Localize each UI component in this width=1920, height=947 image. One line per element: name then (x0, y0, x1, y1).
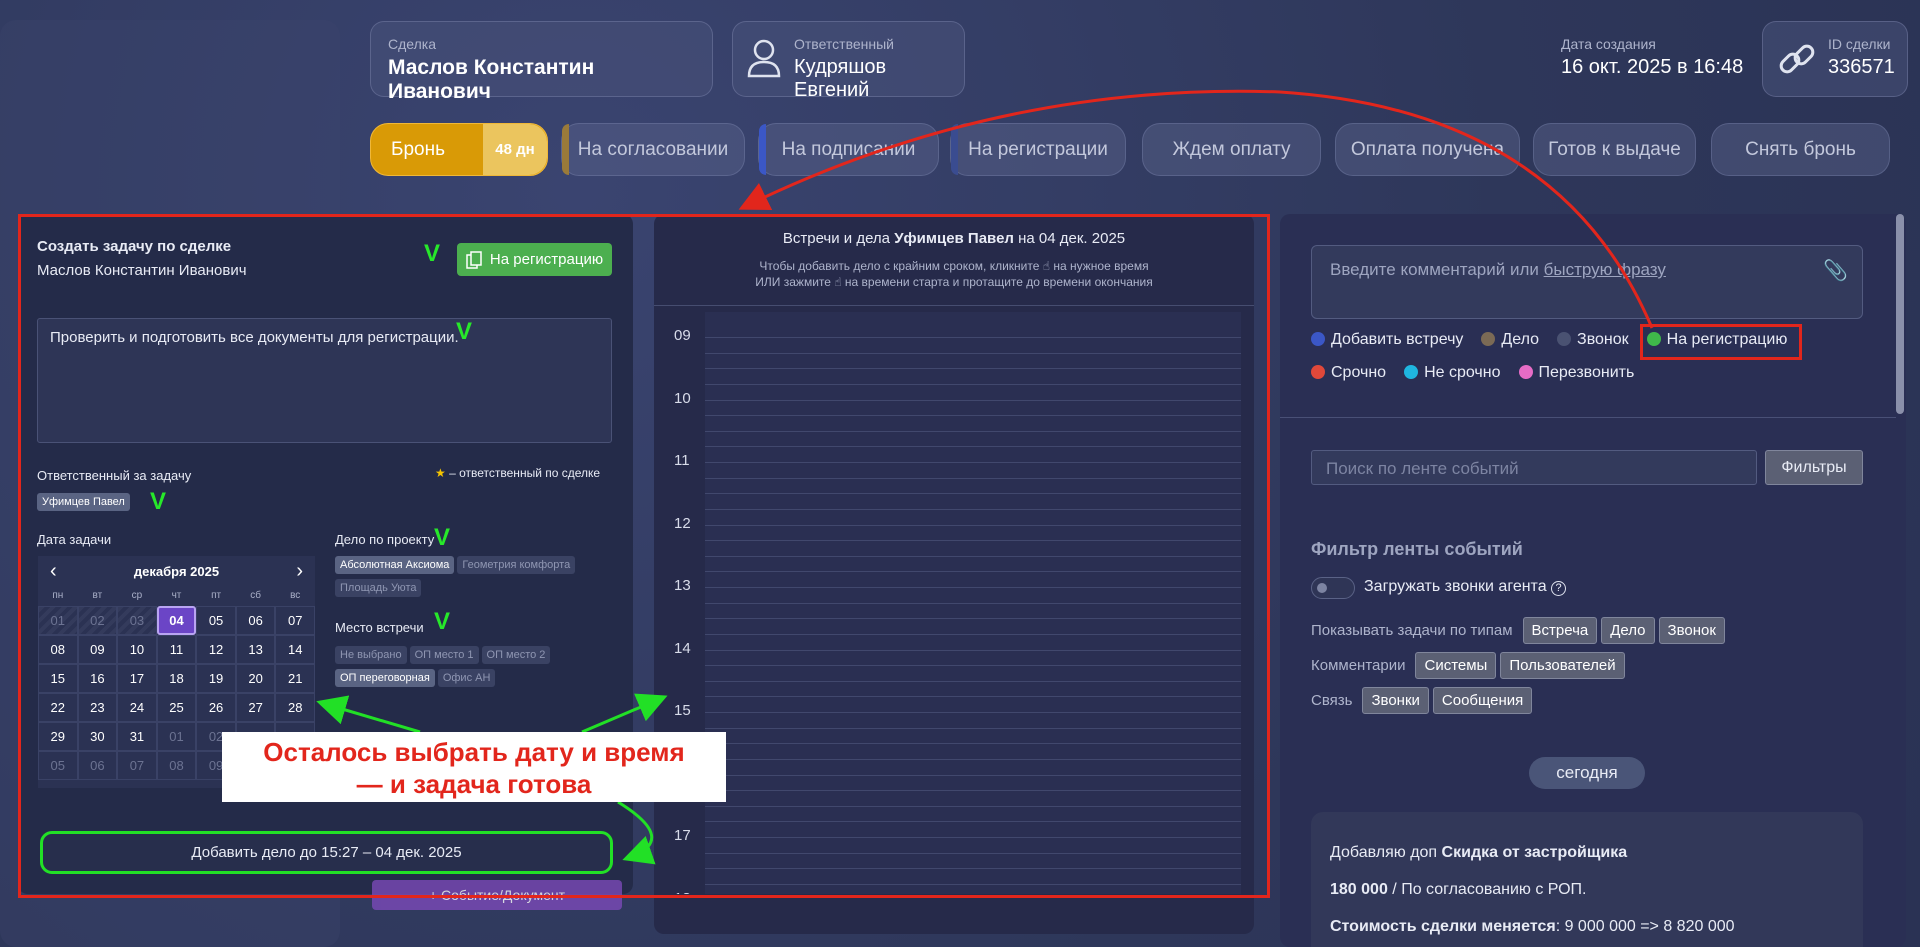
callout-line: Осталось выбрать дату и время (263, 737, 685, 767)
annotation-callout: Осталось выбрать дату и время — и задача… (222, 732, 726, 802)
annotation-arrows (316, 89, 1654, 865)
callout-line: — и задача готова (356, 769, 592, 799)
